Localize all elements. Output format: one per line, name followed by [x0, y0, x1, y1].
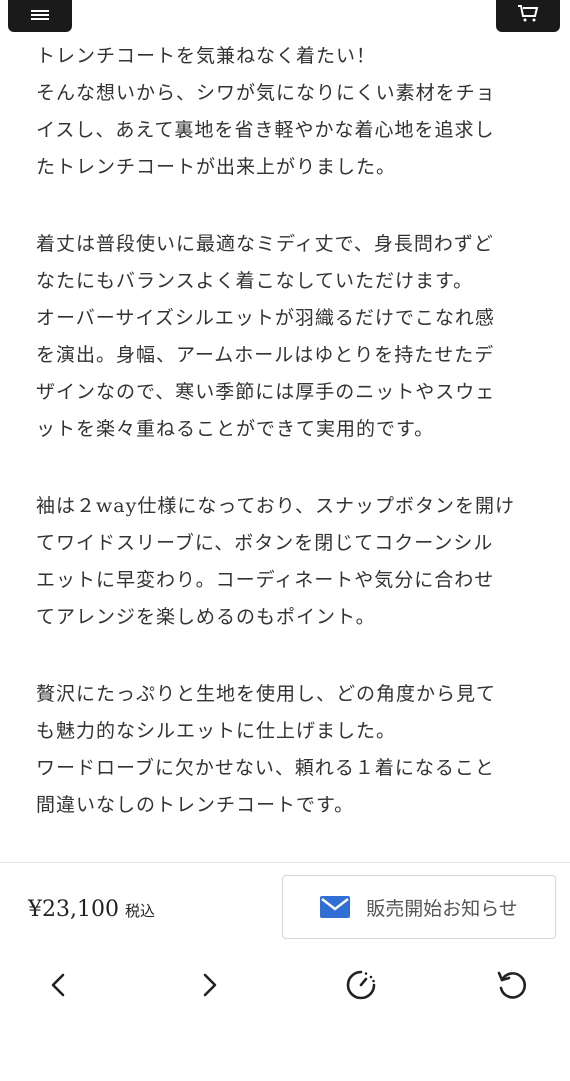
hamburger-menu-icon	[31, 10, 49, 20]
description-line: そんな想いから、シワが気になりにくい素材をチョ	[36, 82, 496, 104]
chevron-right-icon	[203, 973, 217, 997]
description-line: 袖は２way仕様になっており、スナップボタンを開け	[36, 495, 516, 517]
description-paragraph: 着丈は普段使いに最適なミディ丈で、身長問わずど なたにもバランスよく着こなしてい…	[36, 226, 536, 448]
description-line: ザインなので、寒い季節には厚手のニットやスウェ	[36, 381, 496, 403]
envelope-icon	[320, 896, 351, 918]
description-line: てワイドスリーブに、ボタンを閉じてコクーンシル	[36, 532, 494, 554]
product-description: トレンチコートを気兼ねなく着たい！ そんな想いから、シワが気になりにくい素材をチ…	[36, 38, 536, 864]
price-value: ¥23,100	[28, 897, 119, 922]
restock-notify-button[interactable]: 販売開始お知らせ	[282, 875, 556, 939]
chevron-left-icon	[51, 973, 65, 997]
description-line: イスし、あえて裏地を省き軽やかな着心地を追求し	[36, 119, 495, 141]
description-paragraph: トレンチコートを気兼ねなく着たい！ そんな想いから、シワが気になりにくい素材をチ…	[36, 38, 536, 186]
reload-button[interactable]	[492, 963, 532, 1007]
cart-button[interactable]	[496, 0, 560, 32]
browser-nav-bar	[0, 963, 570, 1007]
description-line: エットに早変わり。コーディネートや気分に合わせ	[36, 569, 495, 591]
description-line: も魅力的なシルエットに仕上げました。	[36, 720, 397, 742]
description-line: 贅沢にたっぷりと生地を使用し、どの角度から見て	[36, 683, 497, 705]
description-line: てアレンジを楽しめるのもポイント。	[36, 606, 376, 628]
cart-icon	[518, 5, 539, 22]
notify-label: 販売開始お知らせ	[366, 897, 518, 920]
description-line: なたにもバランスよく着こなしていただけます。	[36, 270, 474, 292]
purchase-bar: ¥23,100 税込 販売開始お知らせ	[0, 862, 570, 1081]
description-line: ワードローブに欠かせない、頼れる１着になること	[36, 757, 495, 779]
description-line: 間違いなしのトレンチコートです。	[36, 794, 355, 816]
forward-button[interactable]	[190, 963, 230, 1007]
price: ¥23,100 税込	[28, 897, 155, 922]
description-paragraph: 袖は２way仕様になっており、スナップボタンを開け てワイドスリーブに、ボタンを…	[36, 488, 536, 636]
tax-label: 税込	[124, 902, 155, 920]
description-line: を演出。身幅、アームホールはゆとりを持たせたデ	[36, 344, 495, 366]
description-line: トレンチコートを気兼ねなく着たい！	[36, 45, 377, 67]
description-line: 着丈は普段使いに最適なミディ丈で、身長問わずど	[36, 233, 494, 255]
loading-spinner-icon	[346, 970, 376, 1000]
loading-button[interactable]	[341, 963, 381, 1007]
description-line: たトレンチコートが出来上がりました。	[36, 156, 397, 178]
description-paragraph: 贅沢にたっぷりと生地を使用し、どの角度から見て も魅力的なシルエットに仕上げまし…	[36, 676, 536, 824]
menu-button[interactable]	[8, 0, 72, 32]
description-line: ットを楽々重ねることができて実用的です。	[36, 418, 435, 440]
description-line: オーバーサイズシルエットが羽織るだけでこなれ感	[36, 307, 495, 329]
reload-icon	[497, 971, 526, 999]
back-button[interactable]	[38, 963, 78, 1007]
